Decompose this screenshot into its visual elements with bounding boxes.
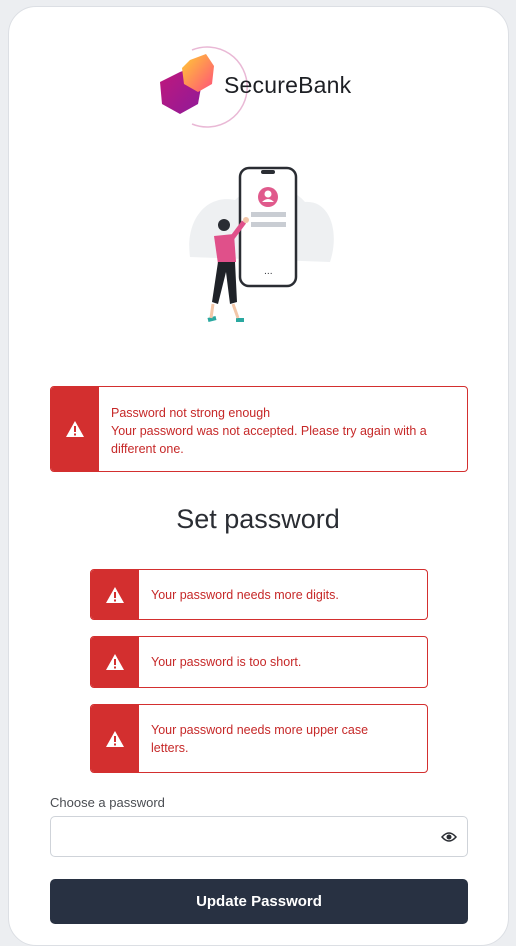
requirement-text: Your password needs more digits. [151, 587, 339, 602]
requirement-alert-digits: Your password needs more digits. [90, 569, 428, 620]
warning-triangle-icon [91, 570, 139, 619]
error-title: Password not strong enough [111, 406, 271, 420]
warning-triangle-icon [91, 705, 139, 772]
brand-name: SecureBank [224, 72, 352, 98]
password-error-banner: Password not strong enough Your password… [50, 386, 468, 472]
svg-text:...: ... [264, 267, 273, 277]
phone-illustration: ... [189, 166, 334, 322]
eye-icon[interactable] [441, 830, 457, 844]
error-message: Your password was not accepted. Please t… [111, 424, 427, 456]
update-password-button[interactable]: Update Password [50, 879, 468, 924]
requirement-text: Your password is too short. [151, 655, 302, 669]
warning-triangle-icon [51, 387, 99, 471]
requirement-alert-uppercase: Your password needs more upper case lett… [90, 704, 428, 773]
page-title: Set password [176, 504, 340, 534]
password-input[interactable] [50, 816, 468, 857]
requirement-text: Your password needs more upper case lett… [151, 722, 369, 755]
warning-triangle-icon [91, 637, 139, 687]
password-label: Choose a password [50, 795, 165, 810]
requirement-alert-length: Your password is too short. [90, 636, 428, 688]
